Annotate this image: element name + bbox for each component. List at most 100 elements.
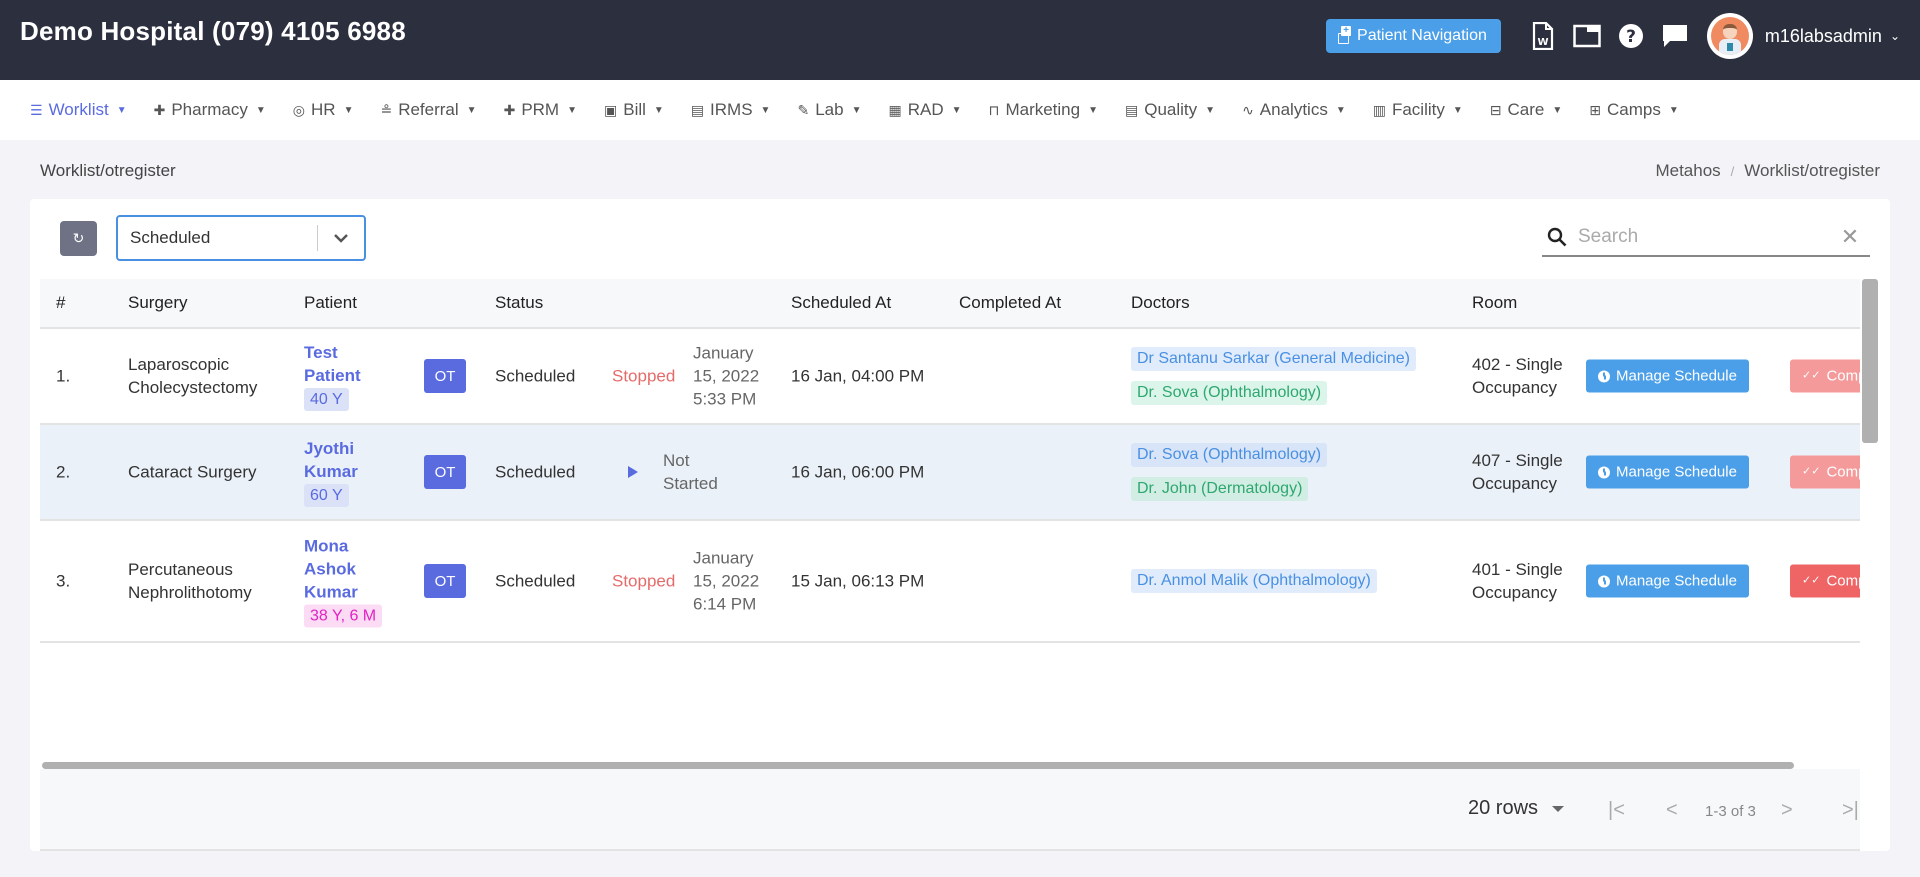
previous-page-icon[interactable]: <: [1666, 799, 1678, 822]
nav-item-label: Worklist: [48, 100, 109, 119]
user-circle-icon: ◎: [292, 101, 305, 118]
search-input[interactable]: [1572, 226, 1830, 248]
chat-icon[interactable]: [1659, 20, 1691, 52]
row-index: 3.: [56, 571, 71, 591]
worklist-card: ↻ Scheduled ✕ # Surgery Patient Status S…: [30, 199, 1890, 851]
manage-schedule-button[interactable]: Manage Schedule: [1586, 359, 1749, 393]
complete-button[interactable]: ✓✓ Complete: [1790, 455, 1860, 489]
ot-button[interactable]: OT: [424, 455, 466, 489]
username[interactable]: m16labsadmin: [1765, 26, 1882, 47]
scheduled-at: 15 Jan, 06:13 PM: [791, 571, 925, 591]
user-list-icon: ≗: [380, 101, 393, 118]
progress-time: January 15, 2022 6:14 PM: [693, 548, 760, 614]
caret-down-icon: ▼: [255, 104, 266, 116]
doctor-avatar-icon: [1710, 17, 1749, 55]
nav-item-bill[interactable]: ▣ Bill ▼: [604, 100, 664, 120]
nav-item-label: Analytics: [1259, 100, 1328, 119]
double-check-icon: ✓✓: [1802, 574, 1821, 587]
rows-per-page-select[interactable]: 20 rows: [1468, 797, 1565, 820]
window-icon[interactable]: [1571, 20, 1603, 52]
patient-name-link[interactable]: Mona Ashok Kumar: [304, 535, 394, 604]
svg-text:W: W: [1537, 37, 1548, 48]
nav-item-marketing[interactable]: ⊓ Marketing ▼: [989, 100, 1098, 120]
rows-per-page-value: 20 rows: [1468, 797, 1539, 819]
column-header-room[interactable]: Room: [1472, 279, 1517, 327]
vertical-scrollbar[interactable]: [1862, 279, 1878, 443]
status-filter-select[interactable]: Scheduled: [116, 215, 366, 261]
nav-item-prm[interactable]: ✚ PRM ▼: [504, 100, 577, 120]
next-page-icon[interactable]: >: [1781, 799, 1793, 822]
nav-item-label: Care: [1507, 100, 1545, 119]
complete-button[interactable]: ✓✓ Complete: [1790, 564, 1860, 598]
patient-navigation-button[interactable]: Patient Navigation: [1326, 19, 1501, 53]
breadcrumb-item-current: Worklist/otregister: [1744, 161, 1880, 180]
test-tube-icon: ✎: [797, 101, 810, 118]
pagination-bar: 20 rows |< < 1-3 of 3 > >|: [40, 769, 1860, 851]
last-page-icon[interactable]: >|: [1842, 799, 1859, 822]
patient-name-link[interactable]: Test Patient: [304, 341, 394, 387]
word-document-icon[interactable]: W: [1527, 20, 1559, 52]
nav-item-facility[interactable]: ▥ Facility ▼: [1373, 100, 1463, 120]
caret-down-icon: ▼: [951, 104, 962, 116]
nav-item-pharmacy[interactable]: ✚ Pharmacy ▼: [154, 100, 266, 120]
column-header-doctors[interactable]: Doctors: [1131, 279, 1190, 327]
help-icon[interactable]: ?: [1615, 20, 1647, 52]
horizontal-scrollbar[interactable]: [42, 762, 1794, 769]
nav-item-worklist[interactable]: ☰ Worklist ▼: [30, 100, 127, 120]
nav-item-hr[interactable]: ◎ HR ▼: [293, 100, 354, 120]
shopping-bag-icon: ⊓: [988, 101, 1000, 118]
first-page-icon[interactable]: |<: [1608, 799, 1625, 822]
nav-item-lab[interactable]: ✎ Lab ▼: [797, 100, 861, 120]
caret-down-icon: [1552, 805, 1565, 812]
caret-down-icon: ▼: [653, 104, 664, 116]
column-header-surgery[interactable]: Surgery: [128, 279, 188, 327]
complete-cell: ✓✓ Complete: [1790, 455, 1860, 489]
manage-schedule-cell: Manage Schedule: [1586, 455, 1766, 489]
patient-name-link[interactable]: Jyothi Kumar: [304, 437, 394, 483]
nav-item-analytics[interactable]: ∿ Analytics ▼: [1242, 100, 1346, 120]
complete-label: Complete: [1826, 463, 1860, 481]
refresh-button[interactable]: ↻: [60, 221, 97, 256]
nav-item-rad[interactable]: ▦ RAD ▼: [888, 100, 961, 120]
column-header-completed-at[interactable]: Completed At: [959, 279, 1061, 327]
briefcase-icon: ⊞: [1589, 101, 1602, 118]
caret-down-icon: ▼: [760, 104, 771, 116]
clear-search-icon[interactable]: ✕: [1830, 224, 1870, 250]
nav-item-irms[interactable]: ▤ IRMS ▼: [691, 100, 771, 120]
column-header-status[interactable]: Status: [495, 279, 543, 327]
nav-item-label: HR: [311, 100, 336, 119]
column-header-scheduled-at[interactable]: Scheduled At: [791, 279, 891, 327]
breadcrumb-item-metahos[interactable]: Metahos: [1655, 161, 1720, 180]
page-header: Worklist/otregister Metahos / Worklist/otr…: [0, 140, 1920, 202]
chevron-down-icon[interactable]: ⌄: [1890, 29, 1900, 43]
ot-button[interactable]: OT: [424, 359, 466, 393]
chevron-down-icon[interactable]: [318, 233, 364, 243]
manage-schedule-button[interactable]: Manage Schedule: [1586, 564, 1749, 598]
play-icon[interactable]: [628, 466, 640, 478]
doctors-cell: Dr. Sova (Ophthalmology) Dr. John (Dermat…: [1131, 438, 1461, 506]
doctors-cell: Dr Santanu Sarkar (General Medicine) Dr. …: [1131, 342, 1461, 410]
manage-schedule-label: Manage Schedule: [1616, 367, 1737, 385]
nav-item-quality[interactable]: ▤ Quality ▼: [1125, 100, 1215, 120]
nav-item-camps[interactable]: ⊞ Camps ▼: [1589, 100, 1679, 120]
column-header-patient[interactable]: Patient: [304, 279, 357, 327]
table-row[interactable]: 2. Cataract Surgery Jyothi Kumar 60 Y OT Sche…: [40, 425, 1860, 521]
patient-navigation-label: Patient Navigation: [1357, 27, 1487, 44]
avatar[interactable]: [1706, 13, 1753, 59]
progress-state: Stopped: [612, 366, 676, 386]
table-row[interactable]: 1. Laparoscopic Cholecystectomy Test Patie…: [40, 329, 1860, 425]
scheduled-at: 16 Jan, 04:00 PM: [791, 366, 925, 386]
caret-down-icon: ▼: [567, 104, 577, 116]
table-toolbar: ↻ Scheduled ✕: [30, 199, 1890, 279]
manage-schedule-button[interactable]: Manage Schedule: [1586, 455, 1749, 489]
ot-button[interactable]: OT: [424, 564, 466, 598]
page-title: Worklist/otregister: [40, 161, 176, 180]
complete-button[interactable]: ✓✓ Complete: [1790, 359, 1860, 393]
caret-down-icon: ▼: [466, 104, 477, 116]
nav-item-care[interactable]: ⊟ Care ▼: [1490, 100, 1563, 120]
table-row[interactable]: 3. Percutaneous Nephrolithotomy Mona Ashok…: [40, 521, 1860, 643]
nav-item-referral[interactable]: ≗ Referral ▼: [380, 100, 476, 120]
nav-item-label: RAD: [907, 100, 944, 119]
progress-state: Stopped: [612, 571, 676, 591]
column-header-index[interactable]: #: [56, 279, 65, 327]
